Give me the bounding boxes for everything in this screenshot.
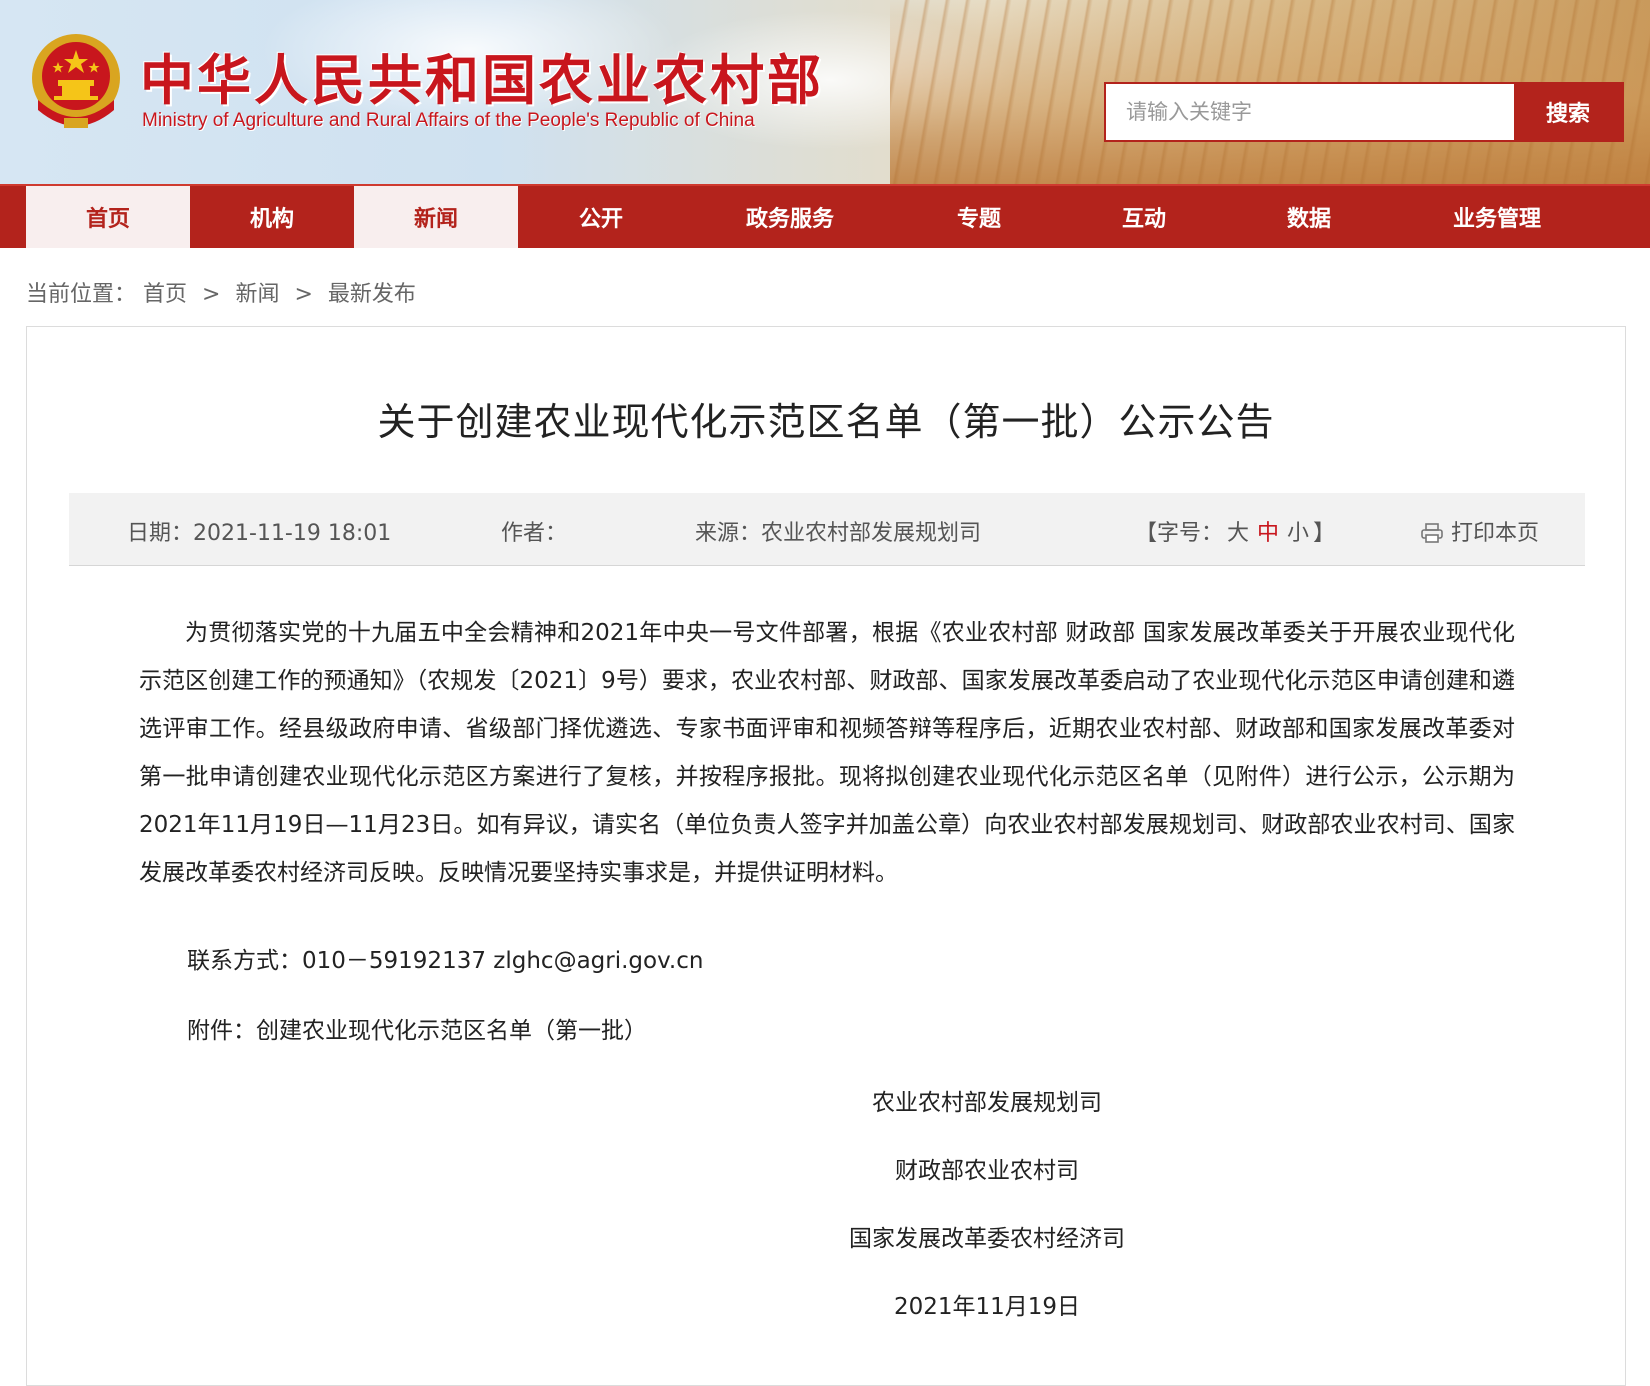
print-page-button[interactable]: 打印本页	[1421, 515, 1539, 547]
meta-source-value: 农业农村部发展规划司	[761, 521, 982, 546]
national-emblem-icon	[32, 34, 120, 128]
nav-item-home[interactable]: 首页	[26, 186, 190, 248]
breadcrumb-link-latest[interactable]: 最新发布	[328, 282, 416, 307]
main-nav: 首页 机构 新闻 公开 政务服务 专题 互动 数据 业务管理	[0, 184, 1650, 248]
attachment: 附件：创建农业现代化示范区名单（第一批）	[187, 1011, 647, 1045]
font-size-medium-button[interactable]: 中	[1257, 521, 1279, 546]
signature-date: 2021年11月19日	[893, 1294, 1081, 1320]
nav-item-public[interactable]: 公开	[518, 186, 684, 248]
article-paragraph: 为贯彻落实党的十九届五中全会精神和2021年中央一号文件部署，根据《农业农村部 …	[139, 620, 1515, 886]
nav-item-organization[interactable]: 机构	[190, 186, 354, 248]
signature-line: 农业农村部发展规划司	[872, 1090, 1102, 1116]
breadcrumb-separator: >	[202, 282, 221, 307]
article-card: 关于创建农业现代化示范区名单（第一批）公示公告 日期：2021-11-19 18…	[26, 326, 1626, 1386]
contact-info: 联系方式：010－59192137 zlghc@agri.gov.cn	[187, 948, 704, 974]
font-size-large-button[interactable]: 大	[1227, 521, 1249, 546]
print-label: 打印本页	[1451, 521, 1540, 546]
meta-source: 来源：农业农村部发展规划司	[695, 515, 981, 547]
meta-date-label: 日期：	[127, 521, 194, 546]
breadcrumb-prefix: 当前位置：	[26, 282, 137, 307]
search-input[interactable]	[1106, 84, 1514, 140]
meta-date: 日期：2021-11-19 18:01	[127, 515, 391, 547]
printer-icon	[1421, 523, 1443, 543]
search-button[interactable]: 搜索	[1514, 84, 1622, 140]
font-size-close: 】	[1313, 521, 1336, 546]
breadcrumb-link-news[interactable]: 新闻	[235, 282, 279, 307]
article-body: 为贯彻落实党的十九届五中全会精神和2021年中央一号文件部署，根据《农业农村部 …	[139, 609, 1515, 897]
search-box: 搜索	[1104, 82, 1624, 142]
attachment-link[interactable]: 创建农业现代化示范区名单（第一批）	[256, 1018, 647, 1044]
article-title: 关于创建农业现代化示范区名单（第一批）公示公告	[377, 400, 1275, 444]
nav-item-business-management[interactable]: 业务管理	[1392, 186, 1602, 248]
nav-item-data[interactable]: 数据	[1226, 186, 1392, 248]
font-size-open: 【字号：	[1135, 521, 1224, 546]
signature-line: 国家发展改革委农村经济司	[849, 1226, 1125, 1252]
nav-item-interaction[interactable]: 互动	[1062, 186, 1226, 248]
font-size-small-button[interactable]: 小	[1287, 521, 1309, 546]
meta-author-label: 作者：	[501, 521, 568, 546]
article-meta-bar: 日期：2021-11-19 18:01 作者： 来源：农业农村部发展规划司 【字…	[69, 493, 1585, 566]
site-subtitle: Ministry of Agriculture and Rural Affair…	[142, 110, 755, 131]
font-size-switcher: 【字号：大中小】	[1135, 515, 1335, 547]
site-title[interactable]: 中华人民共和国农业农村部	[140, 36, 824, 115]
meta-date-value: 2021-11-19 18:01	[193, 521, 392, 546]
attachment-label: 附件：	[187, 1018, 256, 1044]
meta-author: 作者：	[501, 515, 567, 547]
header-banner: 中华人民共和国农业农村部 Ministry of Agriculture and…	[0, 0, 1650, 184]
breadcrumb-separator: >	[294, 282, 313, 307]
signature-line: 财政部农业农村司	[895, 1158, 1079, 1184]
meta-source-label: 来源：	[695, 521, 762, 546]
nav-item-government-services[interactable]: 政务服务	[684, 186, 896, 248]
breadcrumb-link-home[interactable]: 首页	[143, 282, 187, 307]
breadcrumb: 当前位置： 首页 > 新闻 > 最新发布	[26, 276, 416, 308]
nav-item-news[interactable]: 新闻	[354, 186, 518, 248]
nav-item-topics[interactable]: 专题	[896, 186, 1062, 248]
